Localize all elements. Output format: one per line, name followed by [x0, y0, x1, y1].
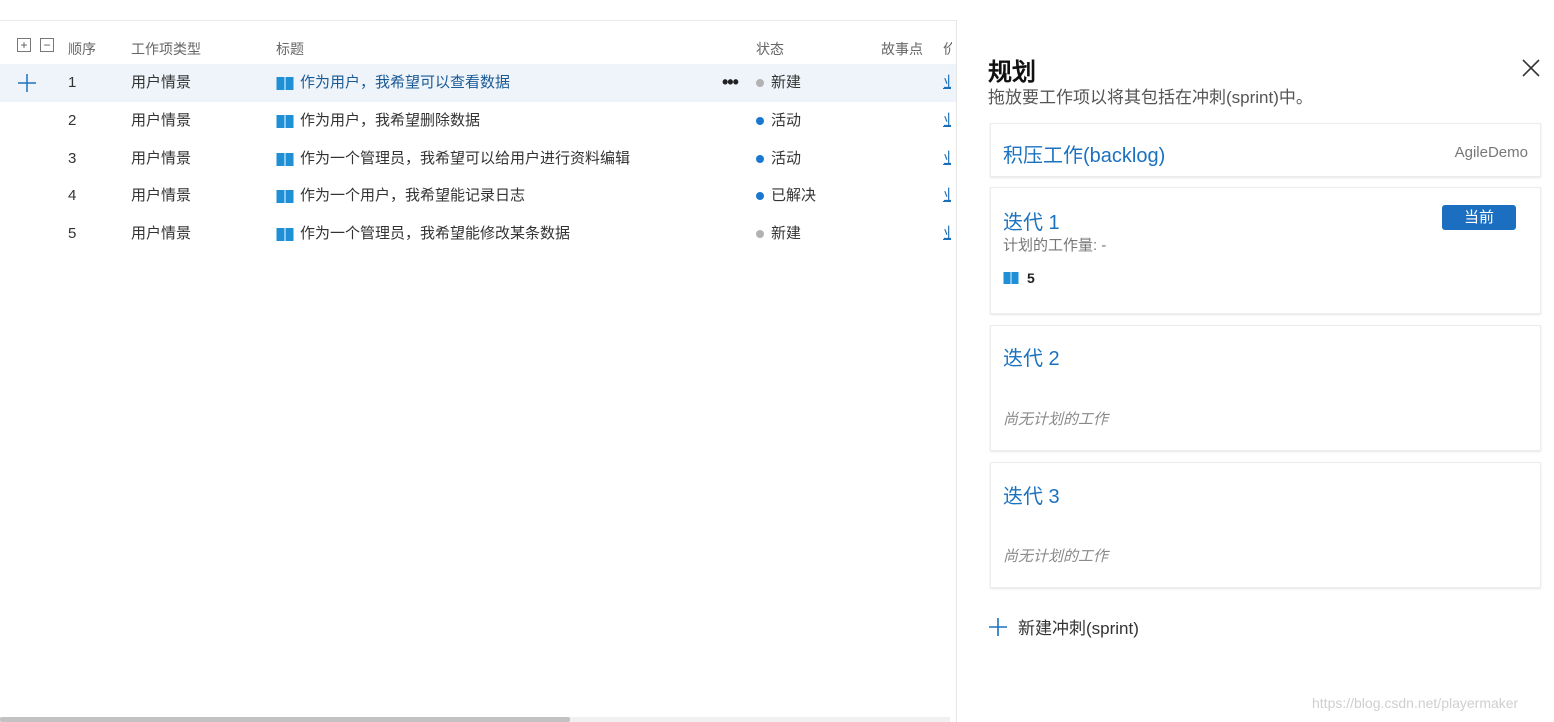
value-area-cell[interactable]: 业	[943, 215, 951, 253]
type-cell: 用户情景	[131, 187, 192, 204]
column-header-story-points[interactable]: 故事点	[881, 39, 923, 59]
book-icon	[276, 76, 294, 90]
planning-panel: 规划 拖放要工作项以将其包括在冲刺(sprint)中。 积压工作(backlog…	[956, 20, 1554, 722]
sprint-title[interactable]: 迭代 1	[1003, 206, 1060, 235]
sprint-title[interactable]: 迭代 2	[1003, 342, 1060, 371]
type-cell: 用户情景	[131, 112, 192, 129]
expand-all-icon[interactable]: +	[17, 38, 31, 52]
state-cell: 活动	[756, 102, 801, 140]
column-header-state[interactable]: 状态	[756, 39, 784, 59]
title-cell[interactable]: 作为一个管理员，我希望可以给用户进行资料编辑	[276, 140, 630, 178]
title-cell[interactable]: 作为用户，我希望删除数据	[276, 102, 480, 140]
backlog-card[interactable]: 积压工作(backlog) AgileDemo	[990, 123, 1541, 177]
state-dot	[756, 192, 764, 200]
state-label: 新建	[771, 74, 802, 91]
state-dot	[756, 155, 764, 163]
type-cell: 用户情景	[131, 150, 192, 167]
state-dot	[756, 79, 764, 87]
order-cell: 5	[68, 225, 77, 242]
close-icon[interactable]	[1520, 57, 1542, 79]
sprint-title[interactable]: 迭代 3	[1003, 480, 1060, 509]
state-label: 已解决	[771, 187, 817, 204]
work-item-title[interactable]: 作为一个管理员，我希望能修改某条数据	[300, 215, 570, 253]
title-cell[interactable]: 作为一个管理员，我希望能修改某条数据	[276, 215, 570, 253]
work-item-title[interactable]: 作为一个管理员，我希望可以给用户进行资料编辑	[300, 140, 630, 178]
column-header-type[interactable]: 工作项类型	[131, 39, 201, 59]
table-row[interactable]: 3 用户情景 作为一个管理员，我希望可以给用户进行资料编辑 活动 业	[0, 140, 956, 178]
type-cell: 用户情景	[131, 225, 192, 242]
book-icon	[1003, 272, 1019, 284]
book-icon	[276, 189, 294, 203]
collapse-all-icon[interactable]: −	[40, 38, 54, 52]
work-item-title[interactable]: 作为用户，我希望删除数据	[300, 102, 480, 140]
type-cell: 用户情景	[131, 74, 192, 91]
sprint-card-3[interactable]: 迭代 3 尚无计划的工作	[990, 462, 1541, 588]
plus-icon	[989, 617, 1007, 636]
book-icon	[276, 114, 294, 128]
sprint-card-2[interactable]: 迭代 2 尚无计划的工作	[990, 325, 1541, 451]
order-cell: 1	[68, 74, 77, 91]
team-name: AgileDemo	[1454, 144, 1528, 161]
backlog-card-title[interactable]: 积压工作(backlog)	[1003, 139, 1165, 168]
order-cell: 2	[68, 112, 77, 129]
state-dot	[756, 230, 764, 238]
no-planned-work: 尚无计划的工作	[1003, 411, 1109, 428]
title-cell[interactable]: 作为一个用户，我希望能记录日志	[276, 177, 525, 215]
scrollbar-thumb[interactable]	[0, 717, 570, 722]
state-label: 新建	[771, 225, 802, 242]
count-value: 5	[1027, 270, 1035, 286]
state-cell: 活动	[756, 140, 801, 178]
more-actions-icon[interactable]: •••	[722, 64, 739, 102]
panel-title: 规划	[988, 59, 1036, 86]
table-row[interactable]: 5 用户情景 作为一个管理员，我希望能修改某条数据 新建 业	[0, 215, 956, 253]
book-icon	[276, 227, 294, 241]
order-cell: 3	[68, 150, 77, 167]
column-header-title[interactable]: 标题	[276, 39, 304, 59]
new-sprint-label: 新建冲刺(sprint)	[1018, 619, 1139, 638]
work-item-title[interactable]: 作为用户，我希望可以查看数据	[300, 64, 510, 102]
state-dot	[756, 117, 764, 125]
value-area-cell[interactable]: 业	[943, 102, 951, 140]
value-area-cell[interactable]: 业	[943, 177, 951, 215]
order-cell: 4	[68, 187, 77, 204]
watermark: https://blog.csdn.net/playermaker	[1312, 695, 1519, 711]
panel-subtitle: 拖放要工作项以将其包括在冲刺(sprint)中。	[988, 88, 1313, 107]
work-item-title[interactable]: 作为一个用户，我希望能记录日志	[300, 177, 525, 215]
state-cell: 新建	[756, 64, 801, 102]
value-area-cell[interactable]: 业	[943, 140, 951, 178]
title-cell[interactable]: 作为用户，我希望可以查看数据	[276, 64, 510, 102]
table-row[interactable]: 1 用户情景 作为用户，我希望可以查看数据 ••• 新建 业	[0, 64, 956, 102]
state-cell: 新建	[756, 215, 801, 253]
value-area-cell[interactable]: 业	[943, 64, 951, 102]
state-label: 活动	[771, 112, 802, 129]
column-header-order[interactable]: 顺序	[68, 39, 96, 59]
state-label: 活动	[771, 150, 802, 167]
sprint-card-1[interactable]: 迭代 1 当前 计划的工作量: - 5	[990, 187, 1541, 314]
horizontal-scrollbar[interactable]	[0, 717, 950, 722]
top-divider	[0, 20, 956, 21]
state-cell: 已解决	[756, 177, 816, 215]
no-planned-work: 尚无计划的工作	[1003, 548, 1109, 565]
column-header-value-area[interactable]: 价	[943, 39, 952, 59]
current-badge: 当前	[1442, 205, 1516, 230]
planned-effort: 计划的工作量: -	[1003, 237, 1107, 254]
book-icon	[276, 152, 294, 166]
new-sprint-button[interactable]: 新建冲刺(sprint)	[988, 614, 1139, 639]
table-row[interactable]: 2 用户情景 作为用户，我希望删除数据 活动 业	[0, 102, 956, 140]
work-item-count: 5	[1003, 270, 1035, 286]
table-row[interactable]: 4 用户情景 作为一个用户，我希望能记录日志 已解决 业	[0, 177, 956, 215]
add-child-icon[interactable]	[17, 73, 37, 93]
backlog-grid: + − 顺序 工作项类型 标题 状态 故事点 价 1 用户情景 作为用户，我希望可以…	[0, 28, 956, 722]
